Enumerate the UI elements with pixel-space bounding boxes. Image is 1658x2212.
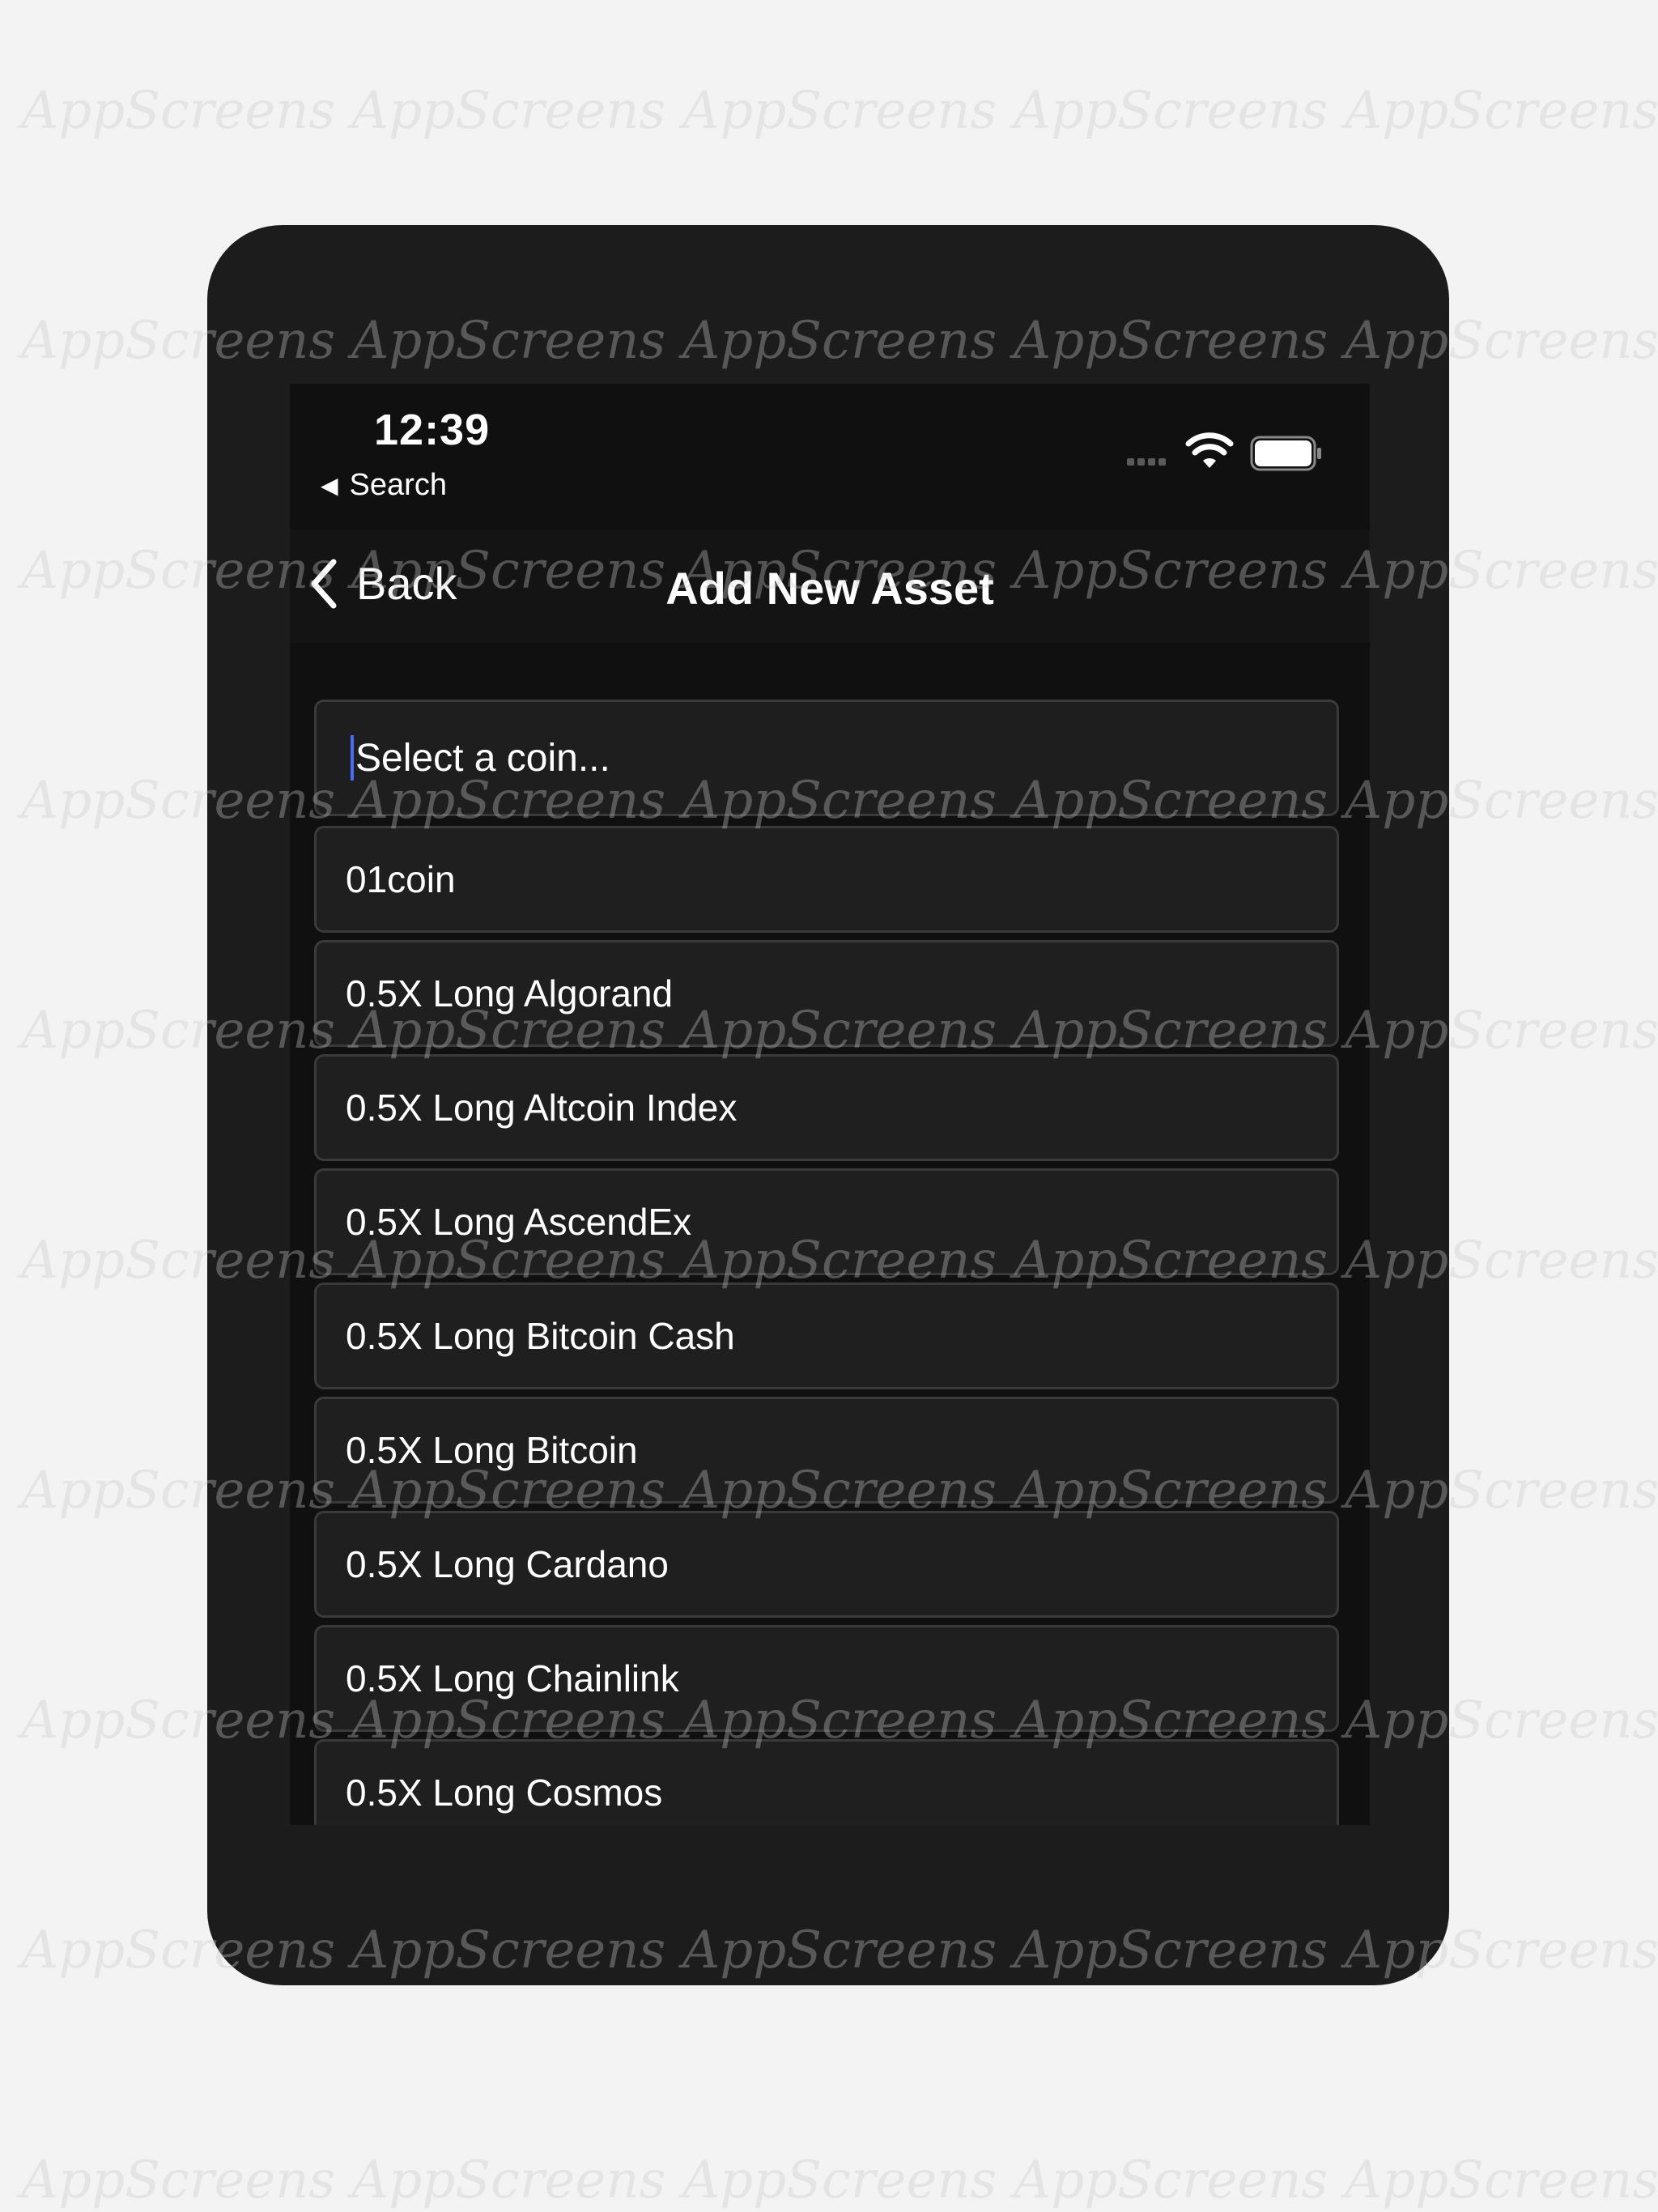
- search-placeholder: Select a coin...: [355, 736, 610, 780]
- back-to-app-label: Search: [349, 468, 447, 502]
- watermark-text: AppScreens: [351, 81, 666, 141]
- watermark-text: AppScreens: [21, 81, 336, 141]
- watermark-text: AppScreens: [682, 2150, 997, 2210]
- coin-list-item[interactable]: 0.5X Long AscendEx: [314, 1168, 1339, 1275]
- status-bar: 12:39 ◀ Search: [290, 384, 1370, 530]
- coin-search-input[interactable]: Select a coin...: [314, 700, 1339, 816]
- watermark-text: AppScreens: [1014, 81, 1329, 141]
- coin-name: 01coin: [346, 858, 456, 900]
- coin-name: 0.5X Long Cosmos: [346, 1772, 663, 1814]
- coin-list-item[interactable]: 0.5X Long Algorand: [314, 940, 1339, 1047]
- coin-list-item[interactable]: 0.5X Long Bitcoin Cash: [314, 1283, 1339, 1389]
- battery-icon: [1250, 436, 1321, 471]
- watermark-text: AppScreens: [1345, 2150, 1658, 2210]
- status-time: 12:39: [374, 406, 491, 454]
- coin-name: 0.5X Long AscendEx: [346, 1201, 692, 1243]
- coin-list-item[interactable]: 0.5X Long Cosmos: [314, 1739, 1339, 1825]
- watermark-text: AppScreens: [1014, 2150, 1329, 2210]
- coin-name: 0.5X Long Chainlink: [346, 1657, 679, 1699]
- coin-list-item[interactable]: 0.5X Long Altcoin Index: [314, 1054, 1339, 1161]
- navigation-bar: Back Add New Asset: [290, 530, 1370, 643]
- cellular-signal-icon: [1127, 458, 1166, 466]
- coin-list-item[interactable]: 0.5X Long Chainlink: [314, 1625, 1339, 1732]
- app-screen: 12:39 ◀ Search Back Add New Asset Select…: [290, 384, 1370, 1825]
- coin-list-item[interactable]: 0.5X Long Bitcoin: [314, 1397, 1339, 1504]
- text-cursor: [351, 735, 354, 781]
- coin-name: 0.5X Long Bitcoin: [346, 1429, 638, 1471]
- coin-name: 0.5X Long Bitcoin Cash: [346, 1315, 735, 1357]
- watermark-text: AppScreens: [1345, 81, 1658, 141]
- wifi-icon: [1185, 432, 1234, 468]
- triangle-left-icon: ◀: [321, 473, 338, 498]
- coin-list-item[interactable]: 0.5X Long Cardano: [314, 1511, 1339, 1618]
- coin-list-item[interactable]: 01coin: [314, 826, 1339, 933]
- watermark-text: AppScreens: [351, 2150, 666, 2210]
- coin-name: 0.5X Long Altcoin Index: [346, 1087, 738, 1129]
- watermark-text: AppScreens: [682, 81, 997, 141]
- watermark-text: AppScreens: [21, 2150, 336, 2210]
- page-title: Add New Asset: [665, 563, 994, 614]
- coin-name: 0.5X Long Algorand: [346, 972, 674, 1015]
- coin-name: 0.5X Long Cardano: [346, 1543, 669, 1585]
- back-to-app-button[interactable]: ◀ Search: [321, 468, 447, 503]
